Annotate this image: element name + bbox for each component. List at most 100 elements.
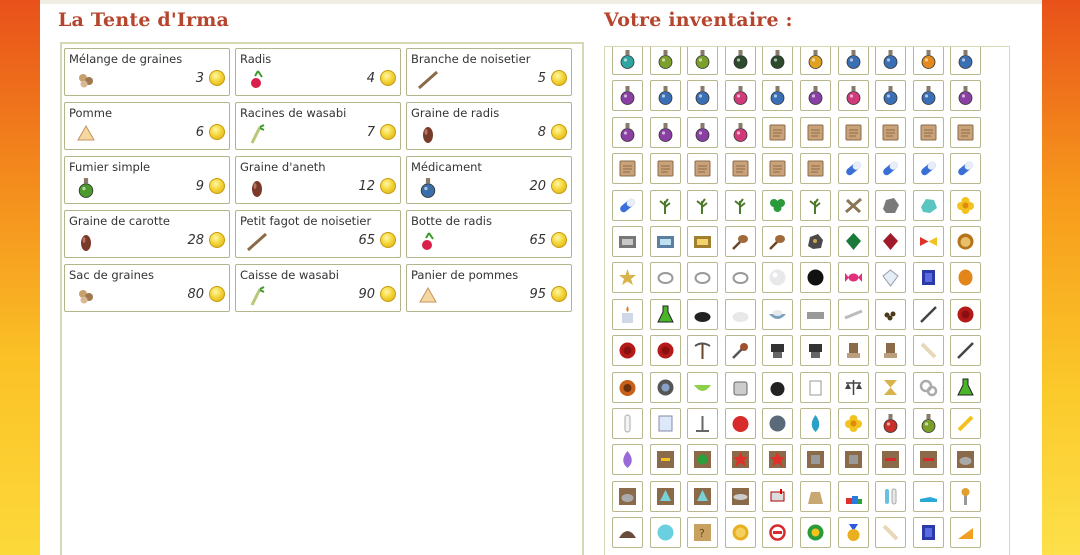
inventory-slot[interactable] — [837, 189, 869, 221]
inventory-slot[interactable] — [912, 80, 944, 112]
inventory-slot[interactable] — [687, 226, 719, 257]
inventory-slot[interactable] — [875, 444, 907, 476]
inventory-slot[interactable] — [687, 335, 719, 367]
inventory-slot[interactable] — [612, 153, 643, 185]
inventory-slot[interactable] — [762, 153, 794, 185]
inventory-slot[interactable] — [687, 116, 719, 148]
inventory-slot[interactable] — [875, 189, 907, 221]
shop-item-card[interactable]: Branche de noisetier 5 — [406, 48, 572, 96]
inventory-slot[interactable] — [912, 153, 944, 185]
inventory-slot[interactable] — [612, 189, 643, 221]
inventory-slot[interactable] — [724, 480, 756, 512]
inventory-slot[interactable] — [687, 444, 719, 476]
inventory-slot[interactable] — [875, 47, 907, 75]
inventory-slot[interactable] — [724, 189, 756, 221]
inventory-slot[interactable] — [762, 517, 794, 549]
inventory-slot[interactable] — [649, 47, 681, 75]
inventory-slot[interactable] — [837, 335, 869, 367]
inventory-slot[interactable] — [762, 189, 794, 221]
inventory-slot[interactable] — [687, 298, 719, 330]
inventory-slot[interactable] — [762, 80, 794, 112]
inventory-slot[interactable] — [875, 371, 907, 403]
inventory-slot[interactable] — [837, 47, 869, 75]
inventory-slot[interactable] — [800, 153, 831, 185]
shop-item-card[interactable]: Petit fagot de noisetier 65 — [235, 210, 401, 258]
inventory-slot[interactable] — [687, 408, 719, 439]
inventory-slot[interactable] — [800, 116, 831, 148]
inventory-slot[interactable] — [724, 116, 756, 148]
shop-item-card[interactable]: Radis 4 — [235, 48, 401, 96]
inventory-slot[interactable] — [612, 226, 643, 257]
inventory-slot[interactable] — [762, 408, 794, 439]
inventory-slot[interactable] — [612, 517, 643, 549]
inventory-slot[interactable] — [724, 262, 756, 294]
inventory-slot[interactable] — [762, 298, 794, 330]
inventory-slot[interactable] — [875, 80, 907, 112]
inventory-slot[interactable] — [800, 480, 831, 512]
inventory-slot[interactable] — [950, 226, 982, 257]
inventory-slot[interactable] — [800, 189, 831, 221]
inventory-slot[interactable] — [875, 116, 907, 148]
shop-item-card[interactable]: Botte de radis 65 — [406, 210, 572, 258]
inventory-slot[interactable] — [912, 47, 944, 75]
inventory-slot[interactable] — [837, 153, 869, 185]
inventory-slot[interactable] — [950, 480, 982, 512]
inventory-slot[interactable] — [800, 47, 831, 75]
inventory-slot[interactable] — [875, 480, 907, 512]
inventory-slot[interactable] — [724, 371, 756, 403]
inventory-slot[interactable] — [649, 371, 681, 403]
inventory-slot[interactable] — [875, 298, 907, 330]
inventory-slot[interactable] — [649, 262, 681, 294]
inventory-slot[interactable] — [950, 189, 982, 221]
inventory-slot[interactable] — [612, 444, 643, 476]
inventory-slot[interactable] — [649, 80, 681, 112]
inventory-slot[interactable] — [912, 298, 944, 330]
inventory-slot[interactable] — [837, 517, 869, 549]
inventory-slot[interactable] — [837, 80, 869, 112]
shop-item-card[interactable]: Graine de radis 8 — [406, 102, 572, 150]
inventory-slot[interactable] — [649, 189, 681, 221]
inventory-slot[interactable] — [687, 371, 719, 403]
inventory-slot[interactable] — [837, 444, 869, 476]
inventory-slot[interactable] — [800, 335, 831, 367]
inventory-slot[interactable] — [875, 517, 907, 549]
inventory-slot[interactable] — [724, 80, 756, 112]
inventory-slot[interactable] — [800, 262, 831, 294]
inventory-slot[interactable] — [800, 408, 831, 439]
inventory-slot[interactable] — [762, 335, 794, 367]
inventory-slot[interactable] — [912, 226, 944, 257]
inventory-slot[interactable] — [800, 444, 831, 476]
shop-item-card[interactable]: Panier de pommes 95 — [406, 264, 572, 312]
inventory-slot[interactable] — [724, 153, 756, 185]
inventory-slot[interactable]: ? — [687, 517, 719, 549]
inventory-slot[interactable] — [612, 480, 643, 512]
inventory-slot[interactable] — [724, 517, 756, 549]
inventory-slot[interactable] — [762, 480, 794, 512]
inventory-slot[interactable] — [875, 408, 907, 439]
inventory-slot[interactable] — [762, 226, 794, 257]
inventory-slot[interactable] — [800, 298, 831, 330]
inventory-slot[interactable] — [724, 335, 756, 367]
inventory-slot[interactable] — [950, 444, 982, 476]
inventory-slot[interactable] — [875, 226, 907, 257]
inventory-slot[interactable] — [950, 80, 982, 112]
inventory-slot[interactable] — [612, 116, 643, 148]
inventory-slot[interactable] — [875, 262, 907, 294]
inventory-slot[interactable] — [950, 335, 982, 367]
inventory-slot[interactable] — [837, 371, 869, 403]
inventory-slot[interactable] — [950, 371, 982, 403]
inventory-slot[interactable] — [612, 408, 643, 439]
inventory-slot[interactable] — [649, 116, 681, 148]
inventory-slot[interactable] — [912, 189, 944, 221]
inventory-slot[interactable] — [687, 80, 719, 112]
inventory-slot[interactable] — [649, 153, 681, 185]
inventory-slot[interactable] — [687, 189, 719, 221]
inventory-slot[interactable] — [612, 47, 643, 75]
inventory-slot[interactable] — [649, 480, 681, 512]
inventory-slot[interactable] — [837, 298, 869, 330]
inventory-slot[interactable] — [762, 262, 794, 294]
inventory-slot[interactable] — [724, 226, 756, 257]
inventory-slot[interactable] — [649, 226, 681, 257]
inventory-slot[interactable] — [724, 444, 756, 476]
inventory-slot[interactable] — [837, 226, 869, 257]
